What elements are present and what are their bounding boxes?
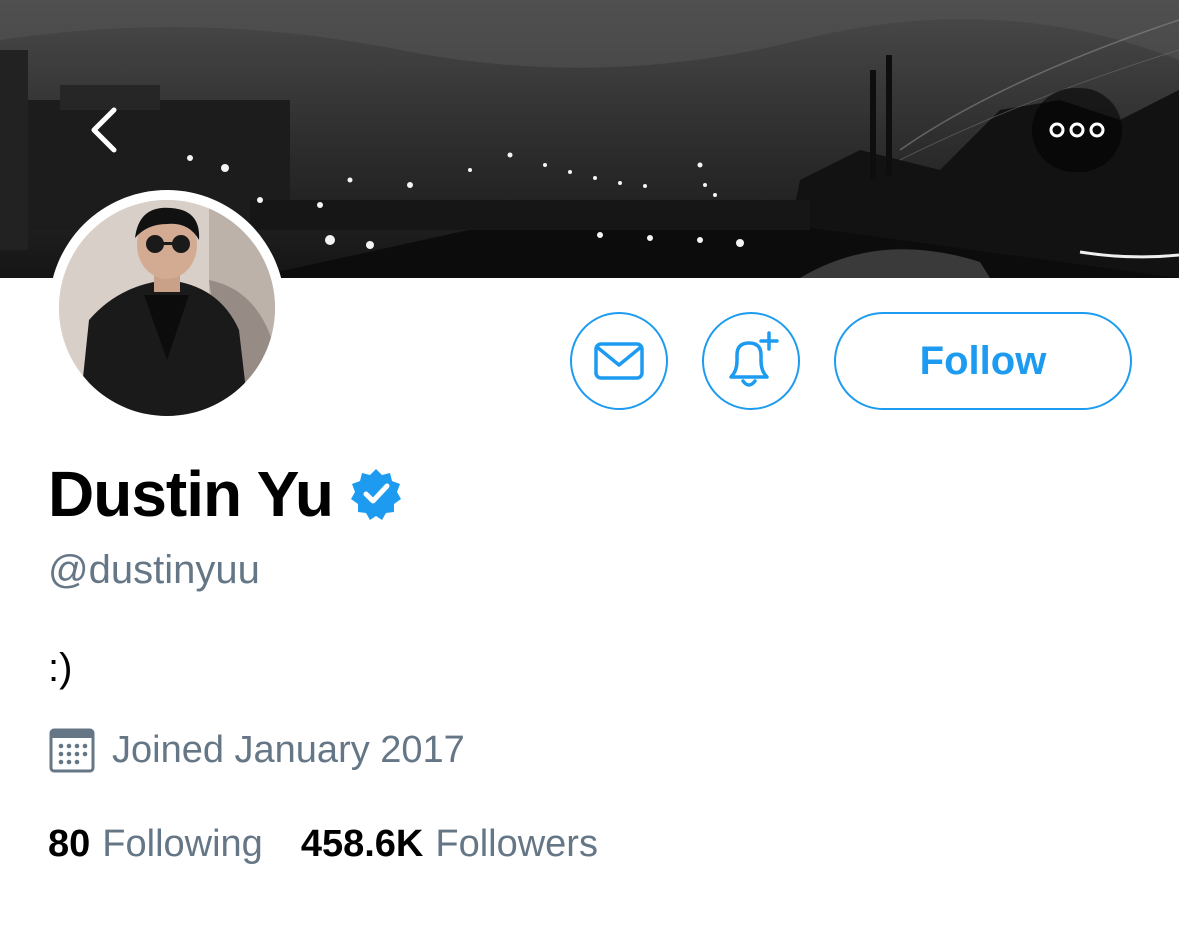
calendar-icon <box>49 728 95 773</box>
profile-handle: @dustinyuu <box>48 548 260 592</box>
followers-label: Followers <box>435 822 598 865</box>
verified-badge-icon <box>350 469 401 520</box>
joined-date-row: Joined January 2017 <box>48 725 465 775</box>
more-horizontal-icon <box>1049 122 1105 138</box>
profile-bio: :) <box>48 646 73 690</box>
follow-button[interactable]: Follow <box>834 312 1132 410</box>
message-button[interactable] <box>570 312 668 410</box>
envelope-icon <box>594 342 644 380</box>
bell-plus-icon <box>729 331 779 387</box>
avatar-image <box>59 200 275 416</box>
chevron-left-icon <box>91 107 117 153</box>
followers-stat[interactable]: 458.6K Followers <box>301 823 598 866</box>
follow-stats: 80 Following 458.6K Followers <box>48 818 598 870</box>
back-button[interactable] <box>64 90 144 170</box>
joined-date-text: Joined January 2017 <box>112 728 465 771</box>
notifications-button[interactable] <box>702 312 800 410</box>
following-label: Following <box>102 822 263 865</box>
followers-count: 458.6K <box>300 822 424 865</box>
following-count: 80 <box>48 822 91 865</box>
more-options-button[interactable] <box>1032 88 1122 172</box>
profile-display-name: Dustin Yu <box>48 458 334 530</box>
profile-avatar[interactable] <box>49 190 285 426</box>
following-stat[interactable]: 80 Following <box>48 823 263 866</box>
profile-name-row: Dustin Yu <box>48 456 403 532</box>
